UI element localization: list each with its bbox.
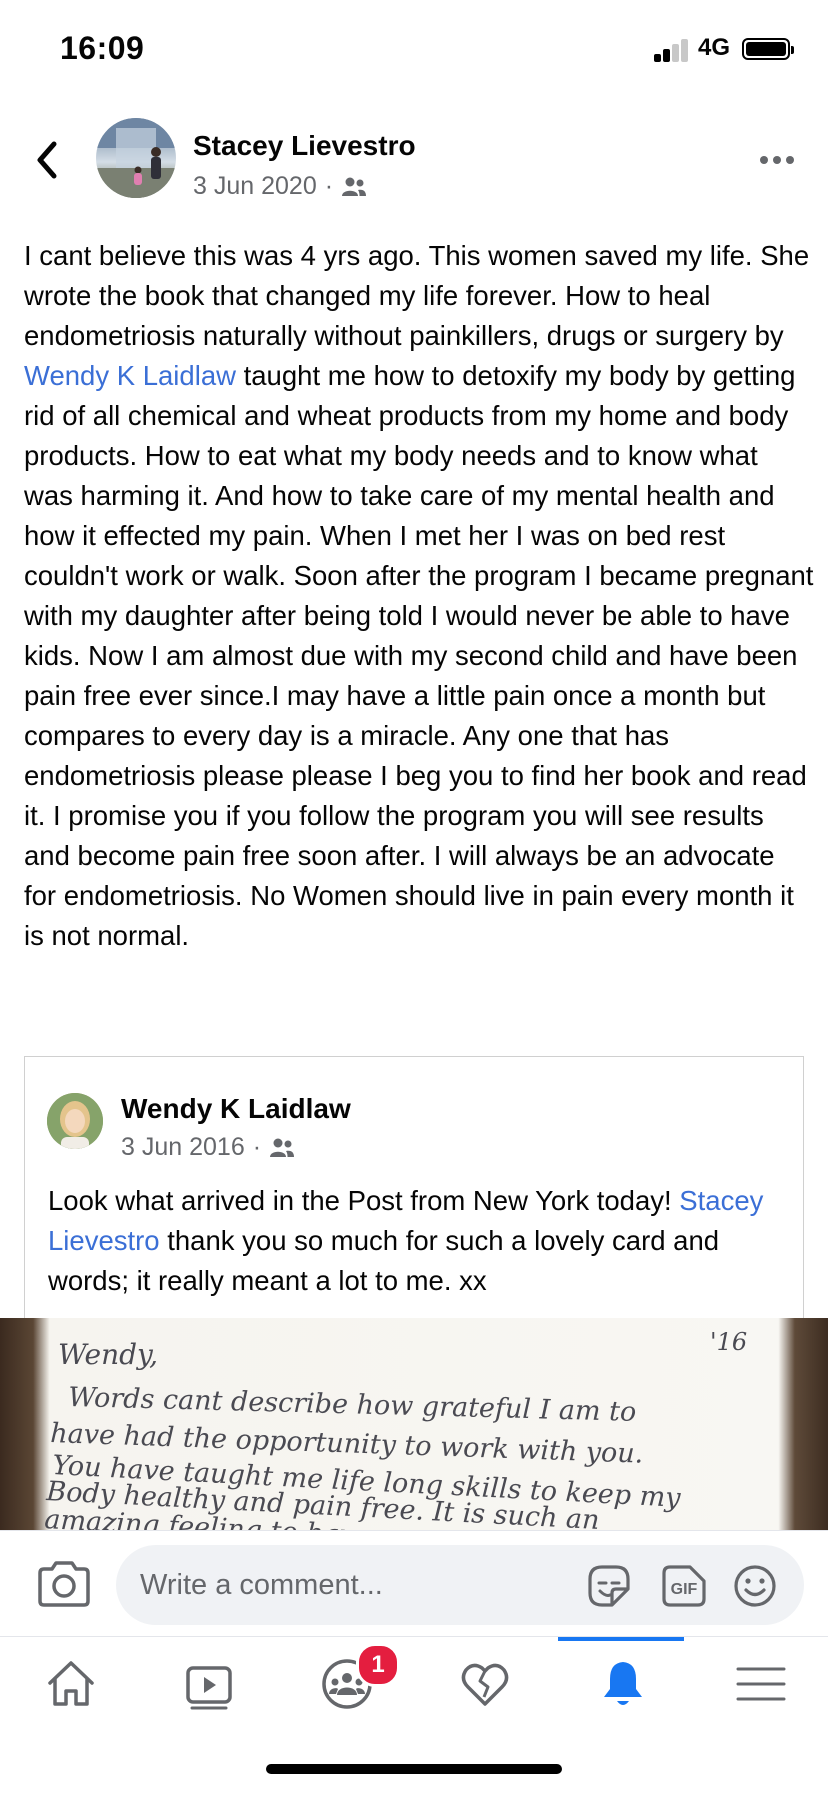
note-line-1: Wendy,	[58, 1338, 158, 1371]
status-time: 16:09	[60, 30, 145, 66]
post-author-name[interactable]: Stacey Lievestro	[193, 130, 416, 162]
tab-menu[interactable]	[690, 1637, 828, 1733]
comment-input[interactable]: Write a comment... GIF	[116, 1545, 804, 1625]
tab-notifications[interactable]	[552, 1637, 690, 1733]
avatar-photo	[47, 1093, 103, 1149]
tab-watch[interactable]	[138, 1637, 276, 1733]
gif-icon: GIF	[662, 1565, 706, 1607]
camera-icon	[38, 1561, 90, 1607]
chevron-left-icon	[37, 141, 57, 179]
emoji-button[interactable]	[732, 1563, 778, 1609]
watch-video-icon	[186, 1666, 232, 1710]
post-text-part-1: I cant believe this was 4 yrs ago. This …	[24, 240, 810, 351]
comment-placeholder: Write a comment...	[140, 1569, 383, 1601]
avatar-photo	[96, 118, 176, 198]
bell-icon	[604, 1662, 642, 1705]
home-indicator	[266, 1764, 562, 1774]
battery-icon	[742, 38, 794, 60]
signal-icon	[654, 38, 690, 62]
sticker-icon	[588, 1565, 630, 1607]
handwritten-card-photo[interactable]: '16 Wendy, Words cant describe how grate…	[0, 1318, 828, 1530]
handwritten-card-svg: '16 Wendy, Words cant describe how grate…	[44, 1328, 748, 1530]
menu-hamburger-icon	[736, 1667, 786, 1701]
back-button[interactable]	[28, 138, 68, 182]
status-bar: 16:09 4G	[0, 0, 828, 100]
sticker-button[interactable]	[586, 1563, 632, 1609]
emoji-icon	[734, 1565, 776, 1607]
post-date[interactable]: 3 Jun 2020	[193, 172, 317, 201]
post-meta: 3 Jun 2020 ·	[193, 172, 367, 201]
meta-separator: ·	[324, 172, 334, 200]
friends-icon	[342, 177, 367, 196]
shared-text-part-1: Look what arrived in the Post from New Y…	[48, 1185, 680, 1216]
meta-separator: ·	[252, 1133, 262, 1161]
network-type: 4G	[698, 34, 731, 61]
author-avatar[interactable]	[96, 118, 176, 198]
more-options-icon[interactable]	[760, 148, 800, 172]
shared-author-avatar[interactable]	[47, 1093, 103, 1149]
gif-button[interactable]: GIF	[660, 1563, 708, 1609]
tab-dating[interactable]	[414, 1637, 552, 1733]
shared-post-date[interactable]: 3 Jun 2016	[121, 1133, 245, 1162]
dating-heart-icon	[461, 1663, 509, 1706]
friends-icon	[270, 1138, 295, 1157]
post-mention-link[interactable]: Wendy K Laidlaw	[24, 360, 236, 391]
home-icon	[48, 1661, 94, 1706]
shared-post-body: Look what arrived in the Post from New Y…	[48, 1181, 788, 1301]
shared-post-card[interactable]: Wendy K Laidlaw 3 Jun 2016 · Look what a…	[24, 1056, 804, 1318]
shared-author-name[interactable]: Wendy K Laidlaw	[121, 1093, 351, 1125]
tab-home[interactable]	[0, 1637, 138, 1733]
camera-button[interactable]	[36, 1559, 92, 1609]
note-year: '16	[710, 1328, 747, 1356]
post-body: I cant believe this was 4 yrs ago. This …	[24, 236, 814, 956]
comment-bar: Write a comment... GIF	[0, 1530, 828, 1637]
groups-notification-badge: 1	[356, 1643, 400, 1687]
shared-post-meta: 3 Jun 2016 ·	[121, 1133, 295, 1162]
post-text-part-2: taught me how to detoxify my body by get…	[24, 360, 814, 951]
gif-label: GIF	[671, 1581, 698, 1598]
